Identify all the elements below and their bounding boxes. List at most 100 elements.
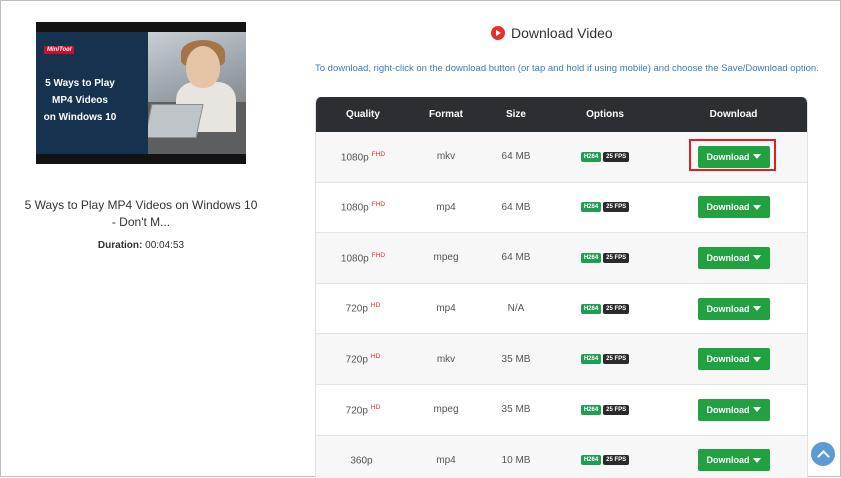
fps-badge: 25 FPS (603, 252, 630, 263)
quality-value: 720p (345, 404, 368, 416)
quality-cell: 720p HD (316, 302, 410, 314)
fps-badge: 25 FPS (603, 303, 630, 314)
size-cell: 64 MB (501, 201, 531, 213)
play-icon (491, 26, 505, 40)
size-cell: 35 MB (501, 353, 531, 365)
column-header-size: Size (505, 109, 526, 120)
caret-down-icon (752, 457, 761, 463)
caret-down-icon (752, 204, 761, 210)
format-cell: mp4 (436, 303, 456, 315)
download-button[interactable]: Download (697, 297, 770, 320)
video-title: 5 Ways to Play MP4 Videos on Windows 10 … (24, 198, 258, 229)
table-row: 720p HD mpeg 35 MB H264 25 FPS Download (316, 385, 807, 436)
fps-badge: 25 FPS (603, 202, 630, 213)
download-button-label: Download (706, 303, 750, 314)
options-cell: H264 25 FPS (550, 151, 660, 162)
scroll-to-top-icon (816, 449, 830, 463)
download-button[interactable]: Download (697, 348, 770, 371)
codec-badge: H264 (580, 404, 602, 415)
quality-tag: FHD (371, 201, 386, 209)
options-cell: H264 25 FPS (550, 252, 660, 263)
size-cell: 10 MB (501, 454, 531, 466)
size-cell: 35 MB (501, 404, 531, 416)
caret-down-icon (752, 255, 761, 261)
codec-badge: H264 (580, 151, 602, 162)
table-row: 360p mp4 10 MB H264 25 FPS Download (316, 435, 807, 478)
codec-badge: H264 (580, 252, 602, 263)
highlight-box (689, 139, 776, 171)
quality-value: 720p (345, 354, 368, 366)
table-body: 1080p FHD mkv 64 MB H264 25 FPS Download 1080p F… (316, 132, 807, 478)
quality-value: 1080p (340, 151, 369, 163)
table-row: 1080p FHD mp4 64 MB H264 25 FPS Download (316, 183, 807, 234)
quality-value: 360p (350, 455, 373, 467)
codec-badge: H264 (580, 303, 602, 314)
download-button-label: Download (706, 202, 750, 213)
fps-badge: 25 FPS (603, 404, 630, 415)
codec-badge: H264 (580, 455, 602, 466)
format-cell: mpeg (433, 252, 459, 264)
table-row: 720p HD mp4 N/A H264 25 FPS Download (316, 284, 807, 335)
download-heading-text: Download Video (511, 25, 613, 41)
size-cell: N/A (507, 303, 525, 315)
quality-cell: 1080p FHD (316, 252, 410, 264)
fps-badge: 25 FPS (603, 354, 630, 365)
download-cell: Download (660, 348, 807, 371)
column-header-options: Options (586, 109, 624, 120)
download-cell: Download (660, 196, 807, 219)
thumbnail-title-panel: MiniTool 5 Ways to Play MP4 Videos on Wi… (36, 32, 148, 154)
fps-badge: 25 FPS (603, 455, 630, 466)
thumbnail-title: 5 Ways to Play MP4 Videos on Windows 10 (43, 78, 117, 123)
scroll-to-top-button[interactable] (811, 442, 835, 466)
options-cell: H264 25 FPS (550, 354, 660, 365)
quality-cell: 360p (316, 454, 410, 467)
quality-tag: FHD (371, 251, 386, 259)
minitool-logo: MiniTool (44, 46, 75, 54)
download-cell: Download (660, 297, 807, 320)
size-cell: 64 MB (501, 252, 531, 264)
format-cell: mp4 (436, 201, 456, 213)
format-cell: mkv (436, 151, 456, 163)
quality-value: 1080p (340, 202, 369, 214)
download-instructions: To download, right-click on the download… (315, 63, 819, 74)
caret-down-icon (752, 356, 761, 362)
quality-value: 720p (345, 303, 368, 315)
column-header-download: Download (709, 109, 758, 120)
video-thumbnail[interactable]: MiniTool 5 Ways to Play MP4 Videos on Wi… (36, 22, 246, 164)
download-button[interactable]: Download (697, 398, 770, 421)
caret-down-icon (752, 306, 761, 312)
format-cell: mp4 (436, 454, 456, 466)
quality-cell: 720p HD (316, 404, 410, 416)
quality-cell: 1080p FHD (316, 151, 410, 163)
options-cell: H264 25 FPS (550, 455, 660, 466)
options-cell: H264 25 FPS (550, 404, 660, 415)
options-cell: H264 25 FPS (550, 303, 660, 314)
format-cell: mkv (436, 353, 456, 365)
quality-tag: HD (370, 353, 381, 360)
size-cell: 64 MB (501, 151, 531, 163)
quality-tag: FHD (371, 150, 386, 158)
download-button[interactable]: Download (697, 449, 770, 472)
download-button-label: Download (706, 354, 750, 365)
quality-tag: HD (370, 403, 381, 411)
download-button-label: Download (706, 455, 750, 466)
quality-tag: HD (370, 302, 381, 310)
codec-badge: H264 (580, 354, 602, 365)
codec-badge: H264 (580, 202, 602, 213)
format-cell: mpeg (433, 404, 459, 416)
options-cell: H264 25 FPS (550, 202, 660, 213)
download-cell: Download (660, 398, 807, 421)
table-header: Quality Format Size Options Download (316, 97, 807, 132)
table-row: 1080p FHD mpeg 64 MB H264 25 FPS Download (316, 233, 807, 284)
fps-badge: 25 FPS (603, 151, 630, 162)
download-button[interactable]: Download (697, 246, 770, 269)
quality-cell: 1080p FHD (316, 201, 410, 213)
download-button-label: Download (706, 252, 750, 263)
download-button[interactable]: Download (697, 196, 770, 219)
video-duration: Duration: 00:04:53 (97, 240, 185, 251)
quality-cell: 720p HD (316, 353, 410, 365)
caret-down-icon (752, 407, 761, 413)
download-cell: Download (660, 246, 807, 269)
download-heading: Download Video (491, 23, 651, 43)
column-header-format: Format (429, 109, 463, 120)
